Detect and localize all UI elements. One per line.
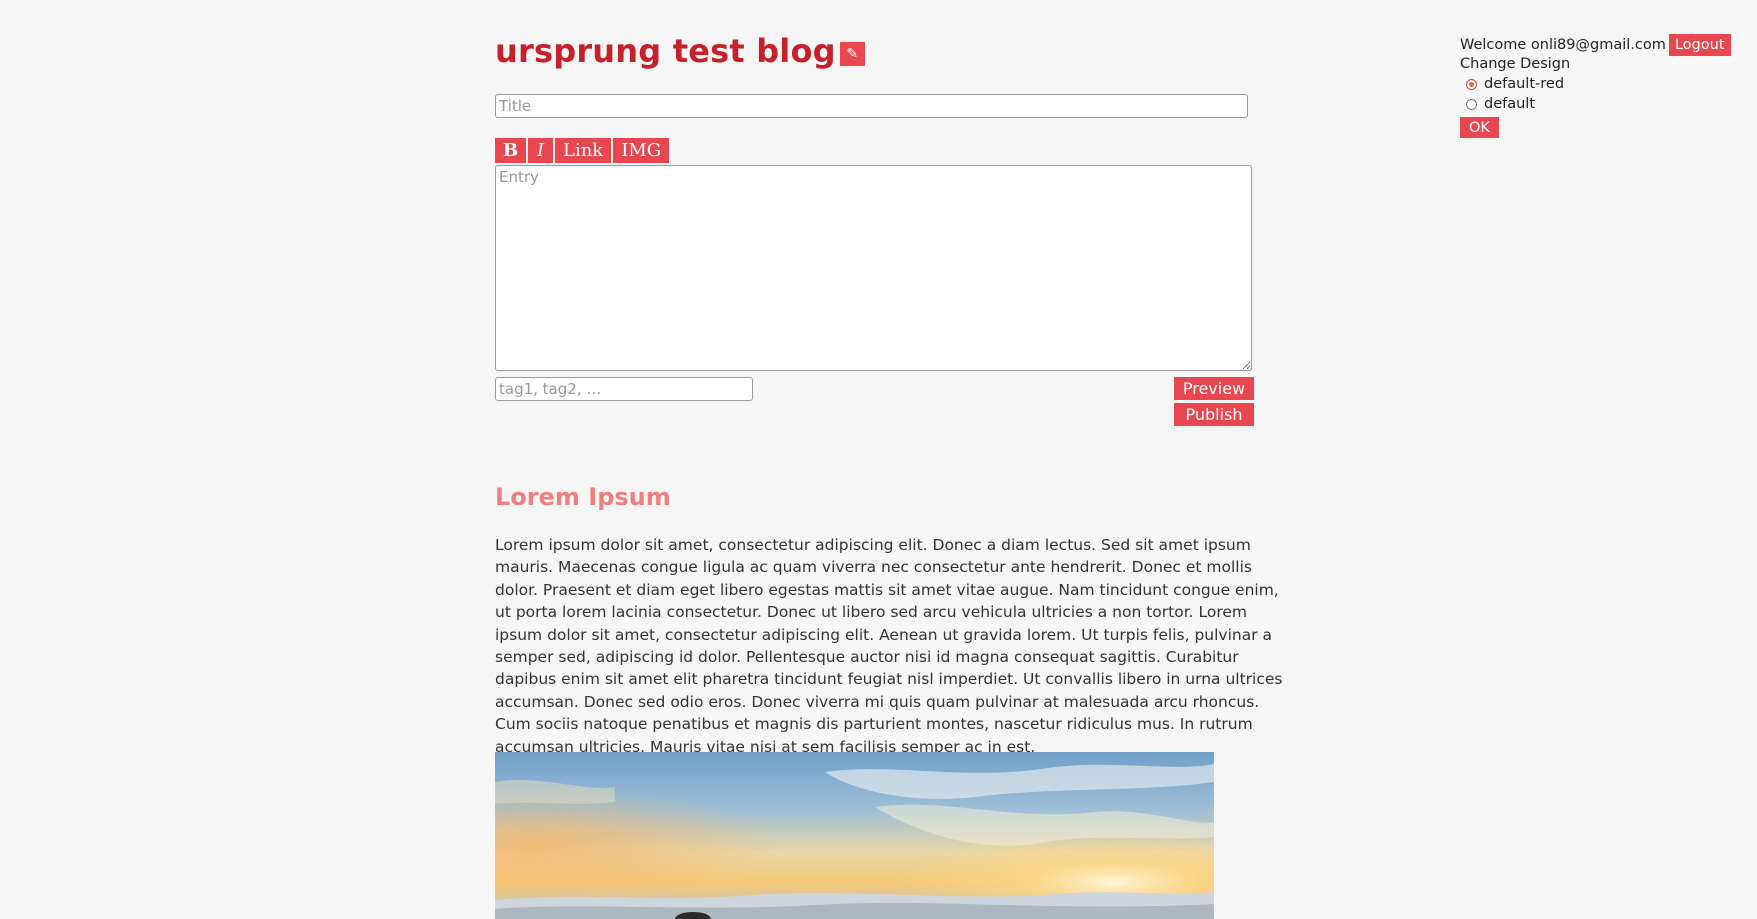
- italic-button[interactable]: I: [528, 138, 553, 163]
- bold-button[interactable]: B: [495, 138, 526, 163]
- blog-title: ursprung test blog: [495, 32, 836, 70]
- edit-title-button[interactable]: ✎: [839, 42, 865, 66]
- image-button[interactable]: IMG: [613, 138, 670, 163]
- welcome-row: Welcome onli89@gmail.com Logout: [1460, 34, 1731, 56]
- link-button[interactable]: Link: [555, 138, 612, 163]
- formatting-toolbar: B I Link IMG: [495, 138, 670, 163]
- change-design-label: Change Design: [1460, 56, 1571, 72]
- entry-textarea[interactable]: [495, 165, 1252, 371]
- post-image: [495, 752, 1214, 919]
- design-option-default-red[interactable]: default-red: [1466, 76, 1564, 92]
- radio-default-red[interactable]: [1466, 78, 1477, 90]
- post-body: Lorem ipsum dolor sit amet, consectetur …: [495, 536, 1283, 756]
- ok-button[interactable]: OK: [1460, 117, 1499, 138]
- logout-button[interactable]: Logout: [1668, 34, 1731, 56]
- radio-default[interactable]: [1466, 98, 1477, 110]
- welcome-text: Welcome onli89@gmail.com: [1460, 37, 1666, 53]
- design-option-default[interactable]: default: [1466, 96, 1535, 112]
- title-input[interactable]: [495, 94, 1248, 118]
- tags-input[interactable]: [495, 377, 753, 401]
- design-option-label: default-red: [1484, 76, 1565, 92]
- pencil-icon: ✎: [846, 46, 859, 62]
- publish-button[interactable]: Publish: [1174, 403, 1254, 426]
- blog-header: ursprung test blog ✎: [495, 32, 865, 70]
- design-option-label: default: [1484, 96, 1536, 112]
- post-title[interactable]: Lorem Ipsum: [495, 483, 671, 511]
- preview-button[interactable]: Preview: [1174, 377, 1254, 400]
